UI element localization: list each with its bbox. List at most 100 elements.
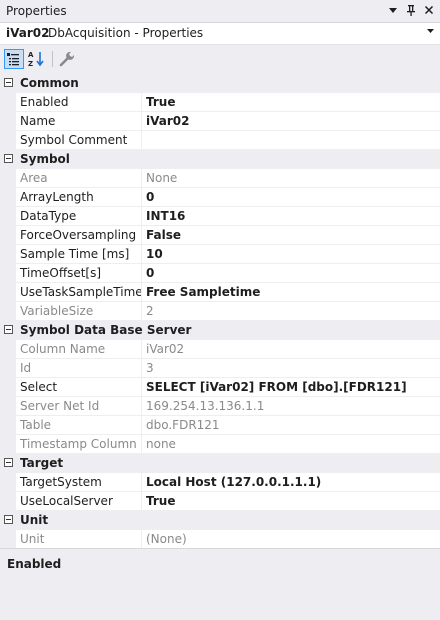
category-symbol[interactable]: Symbol <box>0 150 440 169</box>
object-type: DbAcquisition - Properties <box>48 26 204 40</box>
property-name: Column Name <box>20 342 106 356</box>
row-gutter <box>0 530 16 548</box>
properties-toolbar: A Z <box>0 45 440 74</box>
column-divider[interactable] <box>141 340 142 358</box>
property-row[interactable]: Select SELECT [iVar02] FROM [dbo].[FDR121… <box>0 378 440 397</box>
column-divider[interactable] <box>141 302 142 320</box>
property-row[interactable]: Unit (None) <box>0 530 440 549</box>
row-gutter <box>0 207 16 225</box>
property-row[interactable]: TargetSystem Local Host (127.0.0.1.1.1) <box>0 473 440 492</box>
window-title: Properties <box>6 4 67 18</box>
property-value[interactable]: SELECT [iVar02] FROM [dbo].[FDR121] <box>146 380 407 394</box>
categorized-button[interactable] <box>4 49 24 69</box>
column-divider[interactable] <box>141 416 142 434</box>
object-selector-dropdown[interactable]: iVar02 DbAcquisition - Properties <box>0 23 440 45</box>
property-row[interactable]: Name iVar02 <box>0 112 440 131</box>
property-row[interactable]: Id 3 <box>0 359 440 378</box>
collapse-icon[interactable] <box>4 325 13 334</box>
property-value[interactable]: 10 <box>146 247 163 261</box>
property-value[interactable]: 0 <box>146 190 154 204</box>
property-pages-button[interactable] <box>57 49 77 69</box>
row-gutter <box>0 131 16 149</box>
property-value: 2 <box>146 304 154 318</box>
property-value[interactable]: False <box>146 228 181 242</box>
column-divider[interactable] <box>141 245 142 263</box>
property-value: none <box>146 437 176 451</box>
property-row[interactable]: Symbol Comment <box>0 131 440 150</box>
property-row[interactable]: UseTaskSampleTime Free Sampletime <box>0 283 440 302</box>
properties-title-bar: Properties <box>0 0 440 23</box>
category-unit[interactable]: Unit <box>0 511 440 530</box>
column-divider[interactable] <box>141 283 142 301</box>
column-divider[interactable] <box>141 492 142 510</box>
row-gutter <box>0 378 16 396</box>
property-name: Symbol Comment <box>20 133 128 147</box>
property-value[interactable]: iVar02 <box>146 114 189 128</box>
property-name: Sample Time [ms] <box>20 247 130 261</box>
property-value[interactable]: INT16 <box>146 209 185 223</box>
property-row[interactable]: Sample Time [ms] 10 <box>0 245 440 264</box>
property-value: 3 <box>146 361 154 375</box>
property-name: ForceOversampling <box>20 228 137 242</box>
property-row[interactable]: Area None <box>0 169 440 188</box>
collapse-icon[interactable] <box>4 458 13 467</box>
close-icon[interactable] <box>422 3 436 17</box>
property-name: Id <box>20 361 32 375</box>
property-value: 169.254.13.136.1.1 <box>146 399 265 413</box>
property-row[interactable]: VariableSize 2 <box>0 302 440 321</box>
row-gutter <box>0 93 16 111</box>
column-divider[interactable] <box>141 473 142 491</box>
column-divider[interactable] <box>141 435 142 453</box>
property-row[interactable]: Column Name iVar02 <box>0 340 440 359</box>
property-name: Unit <box>20 532 45 546</box>
property-value[interactable]: True <box>146 494 175 508</box>
property-row[interactable]: UseLocalServer True <box>0 492 440 511</box>
column-divider[interactable] <box>141 397 142 415</box>
column-divider[interactable] <box>141 93 142 111</box>
property-name: Select <box>20 380 58 394</box>
column-divider[interactable] <box>141 378 142 396</box>
object-name: iVar02 <box>6 26 50 40</box>
chevron-down-icon[interactable] <box>426 26 435 38</box>
pin-icon[interactable] <box>404 3 418 17</box>
category-label: Symbol Data Base Server <box>20 323 192 337</box>
property-row[interactable]: ForceOversampling False <box>0 226 440 245</box>
alphabetical-button[interactable]: A Z <box>27 49 47 69</box>
column-divider[interactable] <box>141 169 142 187</box>
category-target[interactable]: Target <box>0 454 440 473</box>
column-divider[interactable] <box>141 188 142 206</box>
column-divider[interactable] <box>141 530 142 548</box>
collapse-icon[interactable] <box>4 154 13 163</box>
collapse-icon[interactable] <box>4 515 13 524</box>
property-value[interactable]: True <box>146 95 175 109</box>
categorized-icon <box>5 53 23 71</box>
category-label: Symbol <box>20 152 70 166</box>
column-divider[interactable] <box>141 207 142 225</box>
property-value[interactable]: 0 <box>146 266 154 280</box>
property-name: Area <box>20 171 48 185</box>
category-symbol-data-base-server[interactable]: Symbol Data Base Server <box>0 321 440 340</box>
property-row[interactable]: Table dbo.FDR121 <box>0 416 440 435</box>
collapse-icon[interactable] <box>4 78 13 87</box>
column-divider[interactable] <box>141 226 142 244</box>
column-divider[interactable] <box>141 112 142 130</box>
property-name: Timestamp Column <box>20 437 137 451</box>
property-row[interactable]: TimeOffset[s] 0 <box>0 264 440 283</box>
column-divider[interactable] <box>141 264 142 282</box>
category-common[interactable]: Common <box>0 74 440 93</box>
property-row[interactable]: Timestamp Column none <box>0 435 440 454</box>
property-row[interactable]: ArrayLength 0 <box>0 188 440 207</box>
property-value[interactable]: Local Host (127.0.0.1.1.1) <box>146 475 321 489</box>
property-value[interactable]: Free Sampletime <box>146 285 260 299</box>
description-title: Enabled <box>7 557 62 571</box>
row-gutter <box>0 245 16 263</box>
column-divider[interactable] <box>141 359 142 377</box>
property-row[interactable]: Enabled True <box>0 93 440 112</box>
property-row[interactable]: DataType INT16 <box>0 207 440 226</box>
property-row[interactable]: Server Net Id 169.254.13.136.1.1 <box>0 397 440 416</box>
window-position-menu-icon[interactable] <box>386 3 400 17</box>
category-label: Unit <box>20 513 49 527</box>
column-divider[interactable] <box>141 131 142 149</box>
row-gutter <box>0 226 16 244</box>
row-gutter <box>0 397 16 415</box>
